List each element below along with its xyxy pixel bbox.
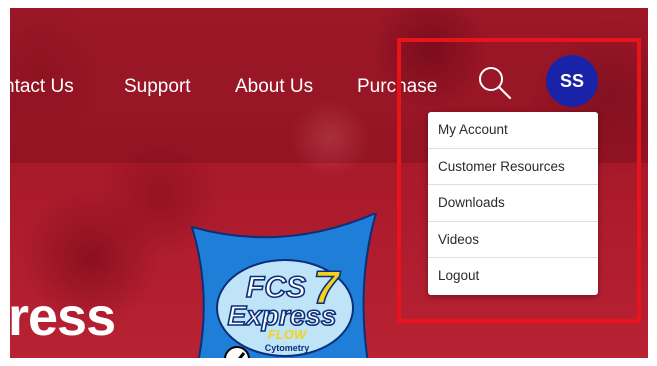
search-icon[interactable] [478,66,512,100]
avatar-initials: SS [559,70,584,91]
nav-purchase[interactable]: Purchase [357,76,437,98]
fcs-express-logo: FCS 7 Express FLOW Cytometry [190,211,380,358]
menu-item-logout[interactable]: Logout [428,258,598,295]
logo-text-flow: FLOW [268,327,308,342]
user-avatar-button[interactable]: SS [546,55,598,107]
menu-item-videos[interactable]: Videos [428,222,598,259]
hero-title: ress [10,287,116,347]
menu-item-downloads[interactable]: Downloads [428,185,598,222]
nav-support[interactable]: Support [124,76,191,98]
user-dropdown-menu: My Account Customer Resources Downloads … [428,112,598,295]
page-frame: ntact Us Support About Us Purchase SS My… [10,8,648,358]
nav-about-us[interactable]: About Us [235,76,313,98]
logo-text-cytometry: Cytometry [265,343,310,353]
nav-contact-us[interactable]: ntact Us [10,76,74,98]
menu-item-customer-resources[interactable]: Customer Resources [428,149,598,186]
menu-item-my-account[interactable]: My Account [428,112,598,149]
